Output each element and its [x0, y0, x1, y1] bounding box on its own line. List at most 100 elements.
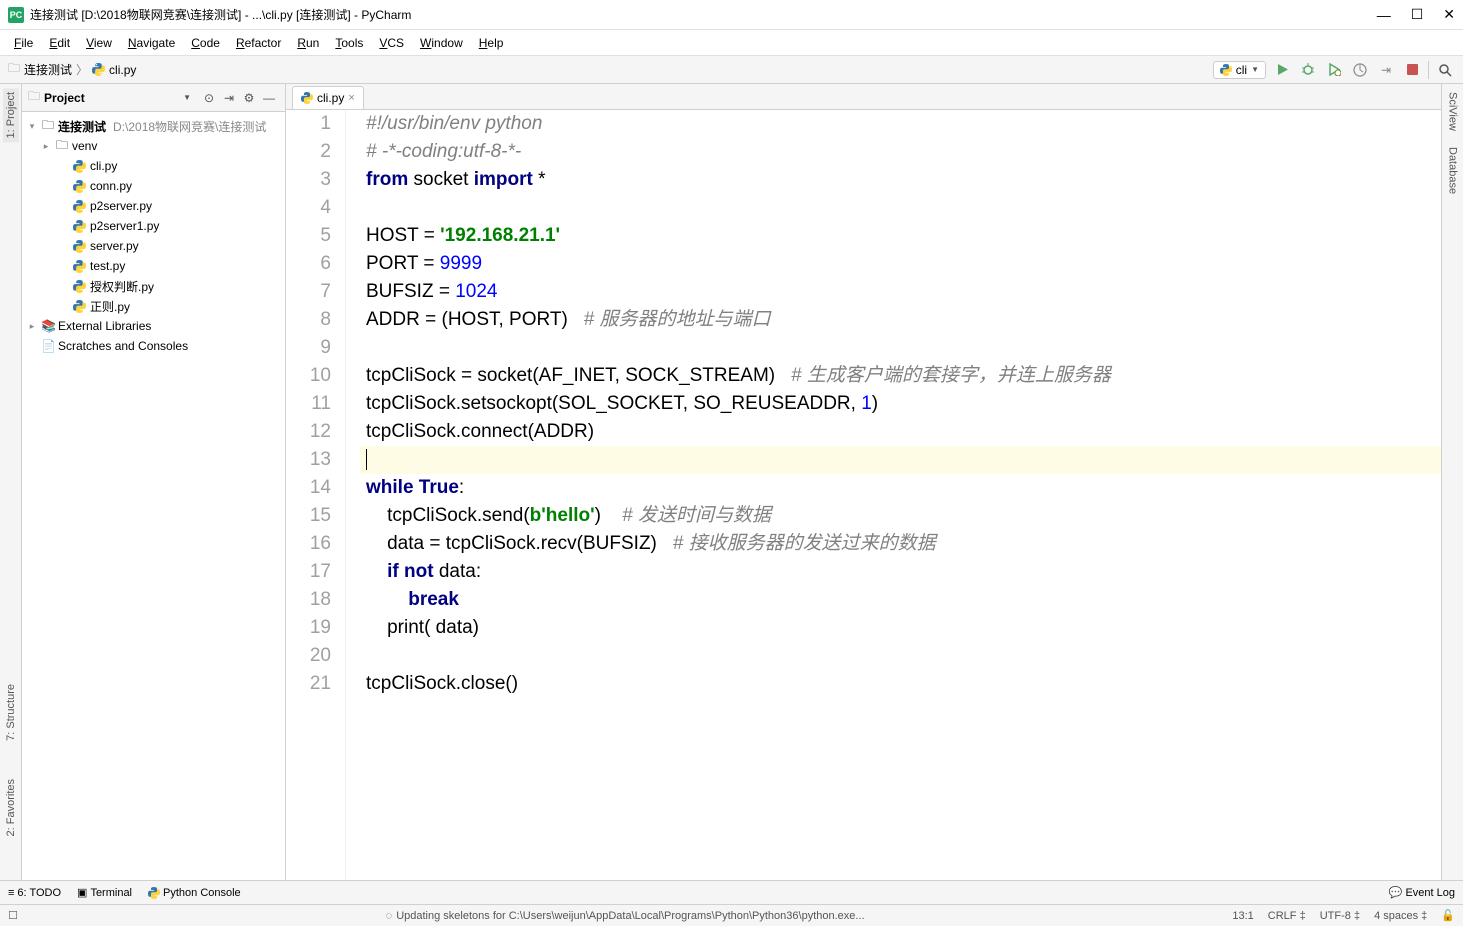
cursor-position[interactable]: 13:1 [1232, 910, 1253, 922]
project-tab[interactable]: 1: Project [3, 88, 19, 142]
todo-tool[interactable]: ≡6: TODO [8, 887, 61, 899]
code-line-18[interactable]: break [366, 586, 1441, 614]
breadcrumb-folder[interactable]: 连接测试 [24, 61, 72, 78]
code-line-11[interactable]: tcpCliSock.setsockopt(SOL_SOCKET, SO_REU… [366, 390, 1441, 418]
code-line-16[interactable]: data = tcpCliSock.recv(BUFSIZ) # 接收服务器的发… [366, 530, 1441, 558]
code-line-1[interactable]: #!/usr/bin/env python [366, 110, 1441, 138]
code-editor[interactable]: 123456789101112131415161718192021 #!/usr… [286, 110, 1441, 880]
dropdown-icon[interactable]: ▼ [183, 93, 191, 102]
editor-tab-cli[interactable]: cli.py × [292, 86, 364, 109]
breadcrumb-file[interactable]: cli.py [109, 63, 136, 77]
menu-file[interactable]: File [8, 34, 39, 52]
code-line-2[interactable]: # -*-coding:utf-8-*- [366, 138, 1441, 166]
lock-icon[interactable]: 🔓 [1441, 909, 1455, 922]
line-separator[interactable]: CRLF ‡ [1268, 910, 1306, 922]
tree-file-p2server1-py[interactable]: p2server1.py [22, 216, 285, 236]
code-line-12[interactable]: tcpCliSock.connect(ADDR) [366, 418, 1441, 446]
tree-file-正则-py[interactable]: 正则.py [22, 296, 285, 316]
menu-help[interactable]: Help [473, 34, 510, 52]
navigation-bar: 🗀 连接测试 〉 cli.py cli ▼ ⇥ [0, 56, 1463, 84]
menu-navigate[interactable]: Navigate [122, 34, 181, 52]
menu-run[interactable]: Run [291, 34, 325, 52]
code-line-4[interactable] [366, 194, 1441, 222]
folder-icon: 🗀 [8, 59, 20, 80]
maximize-button[interactable]: ☐ [1411, 6, 1424, 23]
tree-file-cli-py[interactable]: cli.py [22, 156, 285, 176]
profile-button[interactable] [1350, 60, 1370, 80]
database-tab[interactable]: Database [1445, 143, 1461, 198]
tree-root[interactable]: ▾🗀连接测试D:\2018物联网竞赛\连接测试 [22, 116, 285, 136]
fold-column [346, 110, 360, 880]
debug-button[interactable] [1298, 60, 1318, 80]
tree-scratches[interactable]: 📄Scratches and Consoles [22, 336, 285, 356]
code-line-3[interactable]: from socket import * [366, 166, 1441, 194]
run-coverage-button[interactable] [1324, 60, 1344, 80]
python-console-tool[interactable]: Python Console [148, 887, 241, 899]
code-line-15[interactable]: tcpCliSock.send(b'hello') # 发送时间与数据 [366, 502, 1441, 530]
tree-file-授权判断-py[interactable]: 授权判断.py [22, 276, 285, 296]
scroll-from-source-icon[interactable]: ⊙ [199, 91, 219, 105]
code-line-13[interactable] [360, 446, 1441, 474]
code-line-19[interactable]: print( data) [366, 614, 1441, 642]
file-encoding[interactable]: UTF-8 ‡ [1320, 910, 1360, 922]
settings-icon[interactable]: ⚙ [239, 91, 259, 105]
stop-button[interactable] [1402, 60, 1422, 80]
app-logo: PC [8, 7, 24, 23]
terminal-tool[interactable]: ▣Terminal [77, 886, 132, 899]
tree-file-server-py[interactable]: server.py [22, 236, 285, 256]
code-line-8[interactable]: ADDR = (HOST, PORT) # 服务器的地址与端口 [366, 306, 1441, 334]
editor-tabs: cli.py × [286, 84, 1441, 110]
tree-file-conn-py[interactable]: conn.py [22, 176, 285, 196]
tree-venv[interactable]: ▸🗀venv [22, 136, 285, 156]
menu-edit[interactable]: Edit [43, 34, 76, 52]
tree-file-p2server-py[interactable]: p2server.py [22, 196, 285, 216]
search-button[interactable] [1435, 60, 1455, 80]
code-line-7[interactable]: BUFSIZ = 1024 [366, 278, 1441, 306]
tree-file-test-py[interactable]: test.py [22, 256, 285, 276]
window-title: 连接测试 [D:\2018物联网竞赛\连接测试] - ...\cli.py [连… [30, 6, 1377, 23]
status-icon[interactable]: ☐ [8, 909, 18, 922]
code-line-5[interactable]: HOST = '192.168.21.1' [366, 222, 1441, 250]
code-line-10[interactable]: tcpCliSock = socket(AF_INET, SOCK_STREAM… [366, 362, 1441, 390]
close-button[interactable]: ✕ [1443, 6, 1455, 23]
menu-code[interactable]: Code [185, 34, 226, 52]
status-message: Updating skeletons for C:\Users\weijun\A… [396, 910, 864, 922]
favorites-tab[interactable]: 2: Favorites [3, 775, 19, 840]
project-tree[interactable]: ▾🗀连接测试D:\2018物联网竞赛\连接测试▸🗀venvcli.pyconn.… [22, 112, 285, 880]
indent-setting[interactable]: 4 spaces ‡ [1374, 910, 1427, 922]
collapse-all-icon[interactable]: ⇥ [219, 91, 239, 105]
attach-button[interactable]: ⇥ [1376, 60, 1396, 80]
code-line-21[interactable]: tcpCliSock.close() [366, 670, 1441, 698]
code-line-6[interactable]: PORT = 9999 [366, 250, 1441, 278]
menu-window[interactable]: Window [414, 34, 469, 52]
minimize-button[interactable]: — [1377, 7, 1391, 23]
close-tab-icon[interactable]: × [348, 92, 354, 104]
folder-icon: 🗀 [28, 87, 40, 108]
run-config-selector[interactable]: cli ▼ [1213, 61, 1266, 79]
tab-label: cli.py [317, 91, 344, 105]
code-content[interactable]: #!/usr/bin/env python# -*-coding:utf-8-*… [360, 110, 1441, 880]
menu-refactor[interactable]: Refactor [230, 34, 287, 52]
project-tool-window: 🗀 Project ▼ ⊙ ⇥ ⚙ — ▾🗀连接测试D:\2018物联网竞赛\连… [22, 84, 286, 880]
hide-icon[interactable]: — [259, 91, 279, 105]
code-line-9[interactable] [366, 334, 1441, 362]
tree-external-libraries[interactable]: ▸📚External Libraries [22, 316, 285, 336]
python-file-icon [92, 63, 105, 76]
structure-tab[interactable]: 7: Structure [3, 680, 19, 745]
sciview-tab[interactable]: SciView [1445, 88, 1461, 135]
event-log-tool[interactable]: 💬Event Log [1389, 886, 1455, 899]
menu-tools[interactable]: Tools [329, 34, 369, 52]
left-tool-stripe: 1: Project 7: Structure 2: Favorites [0, 84, 22, 880]
python-file-icon [301, 92, 313, 104]
menu-vcs[interactable]: VCS [373, 34, 410, 52]
code-line-20[interactable] [366, 642, 1441, 670]
run-button[interactable] [1272, 60, 1292, 80]
code-line-14[interactable]: while True: [366, 474, 1441, 502]
menu-view[interactable]: View [80, 34, 118, 52]
code-line-17[interactable]: if not data: [366, 558, 1441, 586]
bottom-tool-bar: ≡6: TODO ▣Terminal Python Console 💬Event… [0, 880, 1463, 904]
menu-bar: FileEditViewNavigateCodeRefactorRunTools… [0, 30, 1463, 56]
breadcrumb[interactable]: 🗀 连接测试 〉 cli.py [8, 59, 1213, 80]
project-panel-title: Project [44, 91, 183, 105]
line-number-gutter: 123456789101112131415161718192021 [286, 110, 346, 880]
